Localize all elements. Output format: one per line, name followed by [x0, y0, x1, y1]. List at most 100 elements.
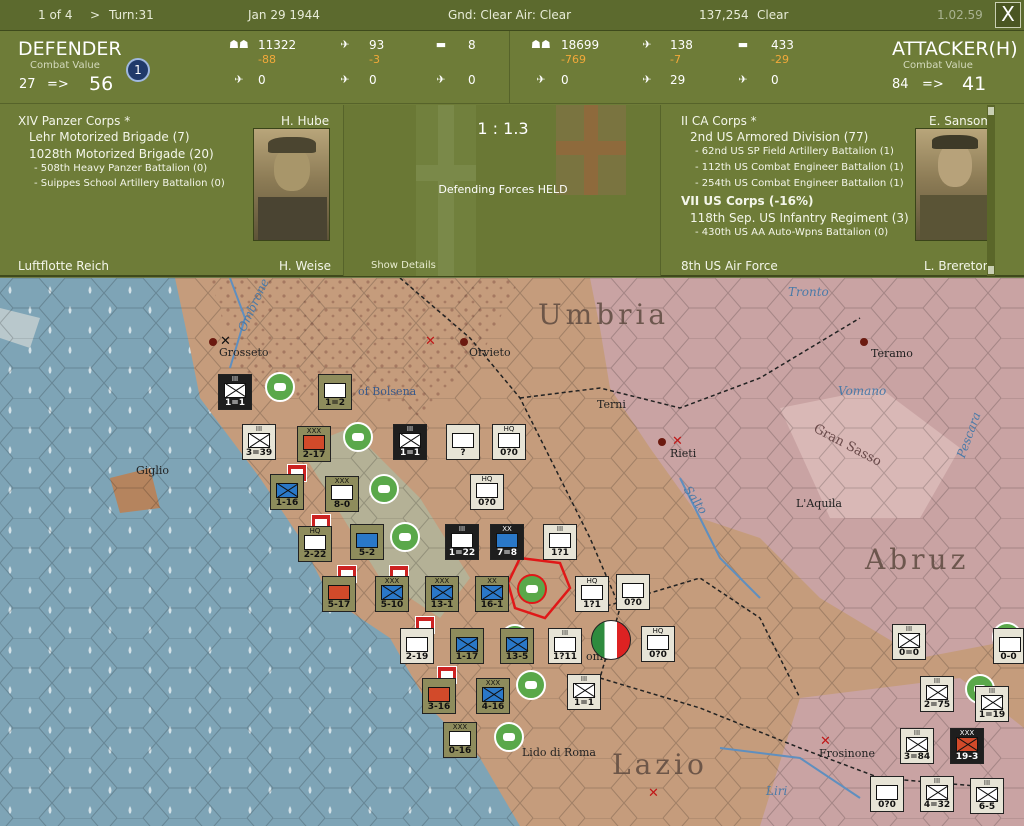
defender-tank: 8 — [468, 38, 476, 52]
unit-counter[interactable]: III 4=32 — [920, 776, 954, 812]
defender-cv-old: 27 — [19, 77, 36, 92]
tank-icon: ▬ — [435, 38, 447, 51]
defender-unit-3[interactable]: - 508th Heavy Panzer Battalion (0) — [34, 163, 207, 174]
italian-flag-roma — [591, 620, 631, 660]
unit-counter[interactable]: 1-17 — [450, 628, 484, 664]
unit-counter[interactable]: III 1?11 — [548, 628, 582, 664]
unit-counter[interactable]: III 1=19 — [975, 686, 1009, 722]
next-arrow[interactable]: > — [90, 8, 100, 22]
unit-counter[interactable]: HQ 2-22 — [298, 526, 332, 562]
defender-next-corps[interactable]: Luftflotte Reich — [18, 259, 109, 271]
unit-counter[interactable]: III 1=22 — [445, 524, 479, 560]
combat-ratio-box: 1 : 1.3 Defending Forces HELD Show Detai… — [343, 105, 661, 276]
destroyed-bridge-icon: ✕ — [820, 734, 831, 749]
armor-badge-selected[interactable] — [517, 574, 547, 604]
attacker-scrollbar[interactable] — [987, 105, 995, 276]
unit-counter[interactable]: XXX 5-10 — [375, 576, 409, 612]
town-marker — [209, 338, 217, 346]
unit-counter[interactable]: III 1?1 — [543, 524, 577, 560]
fighter-icon: ✈ — [536, 73, 546, 86]
attacker-next-corps[interactable]: 8th US Air Force — [681, 259, 778, 271]
attacker-unit-6[interactable]: - 430th US AA Auto-Wpns Battalion (0) — [695, 227, 888, 238]
combat-result: Defending Forces HELD — [438, 183, 568, 196]
unit-counter[interactable]: III 3=84 — [900, 728, 934, 764]
town-orvieto: Orvieto — [469, 346, 511, 359]
town-marker — [658, 438, 666, 446]
unit-counter[interactable]: HQ 0?0 — [641, 626, 675, 662]
armor-badge[interactable] — [516, 670, 546, 700]
attacker-air-delta: -7 — [670, 53, 681, 66]
attacker-unit-1[interactable]: 2nd US Armored Division (77) — [690, 130, 868, 144]
attacker-corps[interactable]: II CA Corps * — [681, 114, 757, 128]
unit-counter[interactable]: 1=2 — [318, 374, 352, 410]
unit-counter[interactable]: XXX 2-17 — [297, 426, 331, 462]
attacker-corps-2[interactable]: VII US Corps (-16%) — [681, 194, 814, 208]
unit-counter[interactable]: 13-5 — [500, 628, 534, 664]
armor-badge[interactable] — [494, 722, 524, 752]
unit-counter[interactable]: III 2=75 — [920, 676, 954, 712]
defender-title: DEFENDER — [18, 38, 122, 60]
aircraft-icon: ✈ — [340, 38, 350, 51]
unit-counter[interactable]: III 3=39 — [242, 424, 276, 460]
attacker-fighter: 0 — [561, 73, 569, 87]
attacker-unit-5[interactable]: 118th Sep. US Infantry Regiment (3) — [690, 211, 909, 225]
defender-unit-4[interactable]: - Suippes School Artillery Battalion (0) — [34, 178, 225, 189]
unit-counter[interactable]: III 0=0 — [892, 624, 926, 660]
attacker-next-commander: L. Brereton — [924, 259, 991, 271]
close-button[interactable]: X — [995, 2, 1021, 28]
unit-counter[interactable]: III 1=1 — [393, 424, 427, 460]
unit-counter[interactable]: 5-2 — [350, 524, 384, 560]
defender-unit-2[interactable]: 1028th Motorized Brigade (20) — [29, 147, 214, 161]
score-label: 137,254 — [699, 8, 749, 22]
unit-counter[interactable]: XXX 13-1 — [425, 576, 459, 612]
armor-badge[interactable] — [265, 372, 295, 402]
unit-counter[interactable]: XX 7=8 — [490, 524, 524, 560]
attacker-unit-3[interactable]: - 112th US Combat Engineer Battalion (1) — [695, 162, 904, 173]
airfield-icon: ✕ — [220, 334, 231, 349]
attacker-cv-new: 41 — [962, 73, 987, 95]
unit-counter[interactable]: 0?0 — [870, 776, 904, 812]
attacker-men: 18699 — [561, 38, 600, 52]
attacker-unit-4[interactable]: - 254th US Combat Engineer Battalion (1) — [695, 178, 904, 189]
armor-badge[interactable] — [343, 422, 373, 452]
summary-divider — [509, 31, 510, 104]
unit-counter[interactable]: XXX 19-3 — [950, 728, 984, 764]
unit-counter[interactable]: 5-17 — [322, 576, 356, 612]
unit-counter[interactable]: XXX 0-16 — [443, 722, 477, 758]
unit-counter[interactable]: XX 16-1 — [475, 576, 509, 612]
unit-counter[interactable]: ? — [446, 424, 480, 460]
combat-result-panel: DEFENDER Combat Value 27 => 56 1 ☗☗ 1132… — [0, 31, 1024, 277]
unit-counter[interactable]: 0-0 — [993, 628, 1024, 664]
defender-cv-arrow: => — [47, 77, 69, 92]
men-icon: ☗☗ — [229, 38, 249, 51]
unit-counter[interactable]: HQ 1?1 — [575, 576, 609, 612]
region-label-abruzzo: Abruz — [865, 543, 970, 576]
region-label-lazio: Lazio — [612, 748, 708, 781]
attacker-commander: E. Sansom — [929, 114, 993, 128]
unit-counter[interactable]: III 1=1 — [218, 374, 252, 410]
show-details-link[interactable]: Show Details — [371, 260, 436, 271]
defender-corps[interactable]: XIV Panzer Corps * — [18, 114, 130, 128]
attacker-unit-2[interactable]: - 62nd US SP Field Artillery Battalion (… — [695, 146, 894, 157]
defender-unit-1[interactable]: Lehr Motorized Brigade (7) — [29, 130, 190, 144]
unit-counter[interactable]: XXX 8-0 — [325, 476, 359, 512]
unit-counter[interactable]: III 6-5 — [970, 778, 1004, 814]
armor-badge[interactable] — [390, 522, 420, 552]
armor-badge[interactable] — [369, 474, 399, 504]
destroyed-bridge-icon: ✕ — [425, 334, 436, 349]
attacker-air: 138 — [670, 38, 693, 52]
unit-counter[interactable]: 1-16 — [270, 474, 304, 510]
defender-fighter: 0 — [258, 73, 266, 87]
attacker-commander-portrait — [915, 128, 992, 241]
defender-other: 0 — [468, 73, 476, 87]
unit-counter[interactable]: XXX 4-16 — [476, 678, 510, 714]
unit-counter[interactable]: HQ 0?0 — [492, 424, 526, 460]
unit-counter[interactable]: 0?0 — [616, 574, 650, 610]
weather-label: Gnd: Clear Air: Clear — [448, 8, 572, 22]
page-indicator: 1 of 4 — [38, 8, 73, 22]
unit-counter[interactable]: HQ 0?0 — [470, 474, 504, 510]
unit-counter[interactable]: 3-16 — [422, 678, 456, 714]
unit-counter[interactable]: III 1=1 — [567, 674, 601, 710]
hex-map[interactable]: Umbria Abruz Lazio Grosseto Orvieto Tern… — [0, 276, 1024, 826]
unit-counter[interactable]: 2-19 — [400, 628, 434, 664]
